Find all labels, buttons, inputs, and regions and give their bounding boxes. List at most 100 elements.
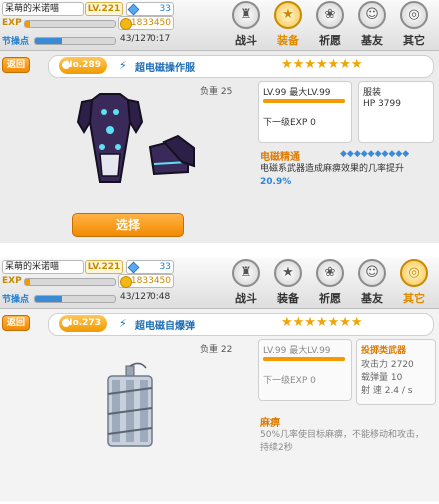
lightning-icon: ⚡ — [119, 317, 127, 330]
nav-equipment[interactable]: ★ 装备 — [268, 259, 308, 307]
coin-count: 11833450 — [125, 276, 171, 286]
self-destruct-bomb-image — [107, 362, 153, 447]
stat-panel: 投掷类武器 攻击力 2720 载弹量 10 射 速 2.4 / s — [356, 339, 436, 405]
nav-battle[interactable]: ♜ 战斗 — [226, 259, 266, 307]
nav-other[interactable]: ◎ 其它 — [394, 259, 434, 307]
castle-icon: ♜ — [232, 1, 260, 29]
item-name: 超电磁操作服 — [135, 63, 195, 74]
skill-name: 麻痹 — [260, 418, 280, 429]
nav-battle[interactable]: ♜ 战斗 — [226, 1, 266, 49]
item-number-badge: No.289 — [59, 57, 107, 74]
player-name: 呆萌的米诺喵 — [2, 260, 84, 274]
top-status-bar: 呆萌的米诺喵 LV.221 33 EXP 11833450 节操点 43/127… — [0, 258, 439, 309]
nav-wish-label: 祈愿 — [319, 34, 341, 47]
nav-other-label: 其它 — [403, 292, 425, 305]
action-points-label: 节操点 — [2, 37, 30, 47]
skill-value: 20.9% — [260, 177, 292, 187]
level-progress-bar — [263, 99, 345, 103]
next-level-exp: 下一级EXP 0 — [263, 376, 316, 386]
skill-name: 电磁精通 — [260, 152, 300, 163]
nav-friends[interactable]: ☺ 基友 — [352, 259, 392, 307]
stat-attack: 攻击力 2720 — [361, 360, 414, 370]
nav-wish[interactable]: ❀ 祈愿 — [310, 1, 350, 49]
level-panel: LV.99 最大LV.99 下一级EXP 0 — [258, 339, 352, 401]
action-points-fill — [35, 296, 63, 302]
nav-equipment[interactable]: ★ 装备 — [268, 1, 308, 49]
skill-level-diamonds: ◆◆◆◆◆◆◆◆◆◆ — [340, 149, 410, 159]
back-button[interactable]: 返回 — [2, 57, 30, 73]
nav-friends[interactable]: ☺ 基友 — [352, 1, 392, 49]
nav-other[interactable]: ◎ 其它 — [394, 1, 434, 49]
nav-friends-label: 基友 — [361, 292, 383, 305]
nav-equipment-label: 装备 — [277, 34, 299, 47]
action-points-value: 43/127 — [120, 292, 152, 302]
item-number-badge: No.273 — [59, 315, 107, 332]
coin-counter[interactable]: 11833450 — [118, 274, 174, 288]
gem-icon — [127, 261, 140, 274]
skill-panel: 麻痹 50%几率使目标麻痹，不能移动和攻击，持续2秒 — [258, 412, 432, 462]
gem-count: 33 — [159, 262, 171, 272]
level-panel: LV.99 最大LV.99 下一级EXP 0 — [258, 81, 352, 143]
star-icon: ★ — [274, 259, 302, 287]
spiral-icon: ◎ — [400, 259, 428, 287]
skill-description: 50%几率使目标麻痹，不能移动和攻击，持续2秒 — [260, 430, 425, 453]
gem-counter[interactable]: 33 — [126, 2, 174, 16]
stat-hp: HP 3799 — [363, 99, 401, 109]
swirl-icon: ❀ — [316, 259, 344, 287]
spiral-icon: ◎ — [400, 1, 428, 29]
exp-label: EXP — [2, 276, 22, 286]
item-title-bar: No.273 ⚡ 超电磁自爆弹 ★★★★★★★ — [48, 313, 434, 336]
skill-description: 电磁系武器造成麻痹效果的几率提升 — [260, 164, 405, 174]
select-button[interactable]: 选择 — [72, 213, 184, 237]
coin-count: 11833450 — [125, 18, 171, 28]
nav-battle-label: 战斗 — [235, 34, 257, 47]
back-button[interactable]: 返回 — [2, 315, 30, 331]
action-points-label: 节操点 — [2, 295, 30, 305]
item-number: No.289 — [65, 60, 101, 70]
exp-bar-fill — [25, 279, 30, 285]
equipment-screen-2: 呆萌的米诺喵 LV.221 33 EXP 11833450 节操点 43/127… — [0, 258, 439, 501]
player-level: LV.221 — [85, 260, 123, 274]
castle-icon: ♜ — [232, 259, 260, 287]
nav-equipment-label: 装备 — [277, 292, 299, 305]
player-level: LV.221 — [85, 2, 123, 16]
star-icon: ★ — [274, 1, 302, 29]
action-points-bar — [34, 295, 116, 303]
equipment-screen-1: 呆萌的米诺喵 LV.221 33 EXP 11833450 节操点 43/127… — [0, 0, 439, 243]
coin-counter[interactable]: 11833450 — [118, 16, 174, 30]
nav-wish-label: 祈愿 — [319, 292, 341, 305]
skill-description-block: 电磁系武器造成麻痹效果的几率提升 20.9% — [260, 163, 430, 189]
player-name: 呆萌的米诺喵 — [2, 2, 84, 16]
badge-dot-icon — [62, 61, 70, 69]
item-title-bar: No.289 ⚡ 超电磁操作服 ★★★★★★★ — [48, 55, 434, 78]
level-progress-bar — [263, 357, 345, 361]
friend-icon: ☺ — [358, 259, 386, 287]
stat-category: 投掷类武器 — [361, 346, 407, 356]
exp-bar-fill — [25, 21, 30, 27]
item-level: LV.99 最大LV.99 — [263, 346, 331, 356]
action-points-fill — [35, 38, 63, 44]
stat-category: 服装 — [363, 88, 382, 98]
exp-label: EXP — [2, 18, 22, 28]
skill-panel: 电磁精通 ◆◆◆◆◆◆◆◆◆◆ 电磁系武器造成麻痹效果的几率提升 20.9% — [258, 146, 432, 196]
badge-dot-icon — [62, 319, 70, 327]
nav-other-label: 其它 — [403, 34, 425, 47]
coin-icon — [120, 18, 132, 30]
action-points-bar — [34, 37, 116, 45]
lightning-icon: ⚡ — [119, 59, 127, 72]
stat-ammo: 载弹量 10 — [361, 373, 403, 383]
nav-battle-label: 战斗 — [235, 292, 257, 305]
item-number: No.273 — [65, 318, 101, 328]
coin-icon — [120, 276, 132, 288]
friend-icon: ☺ — [358, 1, 386, 29]
rarity-stars: ★★★★★★★ — [281, 57, 363, 72]
exp-bar — [24, 20, 116, 28]
nav-wish[interactable]: ❀ 祈愿 — [310, 259, 350, 307]
level-progress-fill — [263, 99, 345, 103]
action-points-timer: 0:48 — [150, 292, 171, 302]
action-points-timer: 0:17 — [150, 34, 171, 44]
gem-counter[interactable]: 33 — [126, 260, 174, 274]
item-level: LV.99 最大LV.99 — [263, 88, 331, 98]
top-status-bar: 呆萌的米诺喵 LV.221 33 EXP 11833450 节操点 43/127… — [0, 0, 439, 51]
item-weight: 负重 25 — [200, 87, 233, 97]
